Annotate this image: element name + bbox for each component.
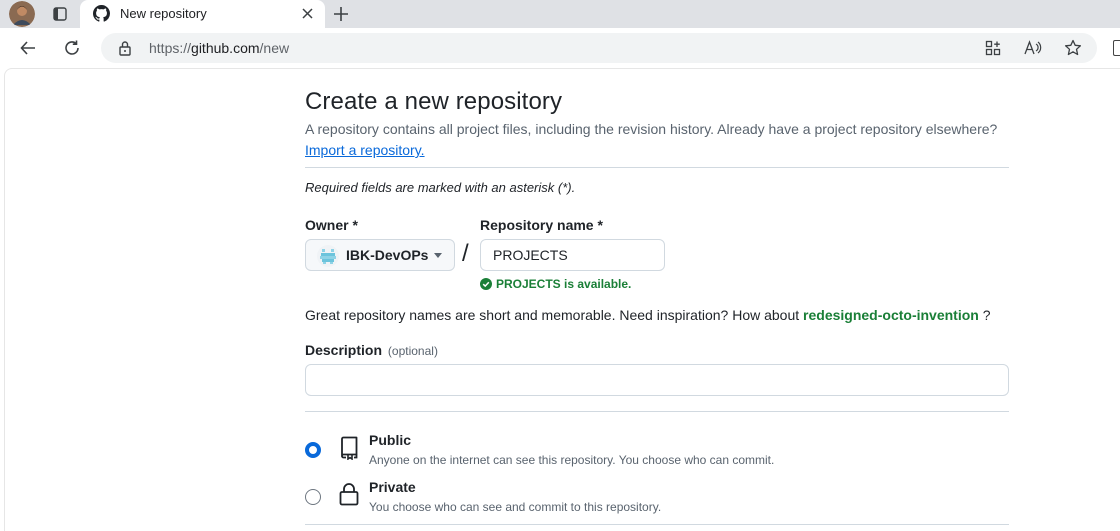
divider [305,167,1009,168]
description-input[interactable] [305,364,1009,396]
split-screen-icon[interactable] [1113,40,1120,56]
availability-text: PROJECTS is available. [496,277,632,291]
private-radio[interactable] [305,489,321,505]
owner-avatar [317,245,339,267]
public-label[interactable]: Public [369,432,411,448]
url-text[interactable]: https://github.com/new [149,40,289,56]
name-hint: Great repository names are short and mem… [305,307,991,323]
tab-strip: New repository [0,0,1120,28]
back-button[interactable] [16,36,40,60]
read-aloud-icon[interactable] [1024,39,1042,57]
plus-icon [334,7,348,21]
chevron-down-icon [434,253,442,258]
favorite-star-icon[interactable] [1064,39,1082,57]
required-note: Required fields are marked with an aster… [305,180,576,195]
private-description: You choose who can see and commit to thi… [369,500,662,514]
tab-title: New repository [120,6,207,21]
refresh-icon [65,40,79,55]
hint-suffix: ? [982,307,991,323]
name-suggestion[interactable]: redesigned-octo-invention [803,307,979,323]
owner-dropdown[interactable]: IBK-DevOPs [305,239,455,271]
page-subtitle: A repository contains all project files,… [305,121,998,137]
description-label: Description (optional) [305,342,438,358]
new-tab-button[interactable] [330,3,352,25]
repo-icon [341,436,358,460]
divider [305,411,1009,412]
owner-name: IBK-DevOPs [346,247,429,263]
availability-status: PROJECTS is available. [480,276,631,292]
tab-new-repository[interactable]: New repository [80,0,325,28]
tab-actions-icon[interactable] [47,2,73,26]
repository-name-label: Repository name * [480,217,603,233]
refresh-button[interactable] [60,36,84,60]
hint-text: Great repository names are short and mem… [305,307,800,323]
repository-name-input[interactable] [480,239,665,271]
private-label[interactable]: Private [369,479,416,495]
address-bar[interactable]: https://github.com/new [101,33,1097,63]
lock-icon[interactable] [118,40,132,56]
page-title: Create a new repository [305,88,563,115]
description-label-text: Description [305,342,383,358]
divider [305,524,1009,525]
url-scheme: https:// [149,40,192,56]
import-repository-link[interactable]: Import a repository. [305,142,425,158]
optional-tag: (optional) [387,344,438,358]
url-path: /new [259,40,290,56]
close-icon[interactable] [300,6,315,21]
public-description: Anyone on the internet can see this repo… [369,453,775,467]
owner-label: Owner * [305,217,358,233]
lock-icon [339,483,359,506]
page-viewport: Create a new repository A repository con… [4,68,1120,531]
owner-repo-separator: / [462,240,469,267]
public-radio[interactable] [305,442,321,458]
app-available-icon[interactable] [984,39,1002,57]
check-circle-icon [480,278,492,290]
github-icon [93,5,110,22]
url-host: github.com [191,40,260,56]
profile-avatar[interactable] [9,1,35,27]
browser-toolbar: https://github.com/new [0,28,1120,68]
arrow-left-icon [20,41,35,55]
